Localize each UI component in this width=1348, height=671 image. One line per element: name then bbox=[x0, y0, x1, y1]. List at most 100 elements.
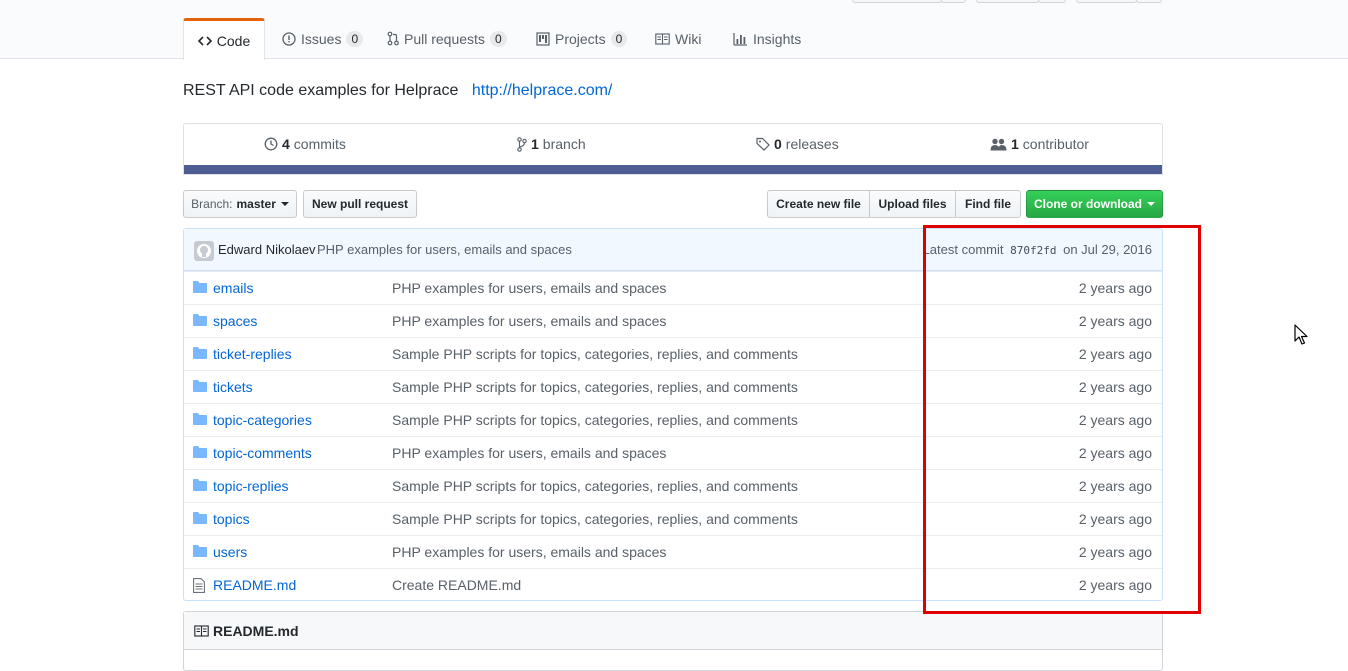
tag-icon bbox=[756, 137, 770, 151]
folder-icon bbox=[193, 380, 207, 392]
file-commit-message[interactable]: Sample PHP scripts for topics, categorie… bbox=[392, 478, 798, 494]
file-name[interactable]: topic-comments bbox=[213, 445, 312, 461]
fork-button[interactable] bbox=[1076, 0, 1137, 3]
find-file-button[interactable]: Find file bbox=[955, 190, 1021, 218]
file-commit-message[interactable]: Create README.md bbox=[392, 577, 521, 593]
contributors-label: contributor bbox=[1022, 136, 1089, 152]
file-name[interactable]: topics bbox=[213, 511, 250, 527]
tab-label: Insights bbox=[753, 30, 802, 47]
tab-label: Issues bbox=[301, 30, 342, 47]
branches-count: 1 bbox=[531, 136, 539, 152]
commit-author[interactable]: Edward Nikolaev bbox=[218, 242, 316, 257]
releases-link[interactable]: 0 releases bbox=[756, 136, 839, 152]
file-commit-message[interactable]: Sample PHP scripts for topics, categorie… bbox=[392, 379, 798, 395]
git-pull-request-icon bbox=[387, 31, 399, 46]
branch-name: master bbox=[236, 197, 276, 211]
file-commit-message[interactable]: PHP examples for users, emails and space… bbox=[392, 280, 666, 296]
folder-icon bbox=[193, 512, 207, 524]
watch-button[interactable] bbox=[852, 0, 942, 3]
book-icon bbox=[655, 32, 670, 45]
branches-label: branch bbox=[542, 136, 586, 152]
project-icon bbox=[536, 31, 550, 46]
tab-projects[interactable]: Projects 0 bbox=[536, 18, 628, 59]
folder-icon bbox=[193, 347, 207, 359]
new-pull-request-button[interactable]: New pull request bbox=[303, 190, 417, 218]
star-button[interactable] bbox=[976, 0, 1039, 3]
watch-count[interactable] bbox=[941, 0, 966, 3]
readme-title: README.md bbox=[213, 622, 299, 639]
commit-message[interactable]: PHP examples for users, emails and space… bbox=[317, 242, 572, 257]
releases-count: 0 bbox=[774, 136, 782, 152]
readme-panel: README.md bbox=[183, 611, 1163, 671]
branch-select-button[interactable]: Branch: master bbox=[183, 190, 297, 218]
commits-label: commits bbox=[293, 136, 346, 152]
issues-counter: 0 bbox=[346, 30, 364, 47]
code-icon bbox=[197, 35, 212, 46]
file-name[interactable]: topic-replies bbox=[213, 478, 288, 494]
file-commit-message[interactable]: PHP examples for users, emails and space… bbox=[392, 445, 666, 461]
contributors-link[interactable]: 1 contributor bbox=[990, 136, 1089, 152]
folder-icon bbox=[193, 413, 207, 425]
tab-insights[interactable]: Insights bbox=[733, 18, 801, 59]
repo-description-text: REST API code examples for Helprace bbox=[183, 82, 459, 99]
git-branch-icon bbox=[517, 136, 527, 152]
contributors-count: 1 bbox=[1011, 136, 1019, 152]
file-name[interactable]: users bbox=[213, 544, 247, 560]
file-name[interactable]: emails bbox=[213, 280, 253, 296]
graph-icon bbox=[733, 32, 747, 46]
book-icon bbox=[194, 624, 209, 637]
issue-opened-icon bbox=[282, 31, 296, 46]
readme-header: README.md bbox=[184, 612, 1162, 650]
tab-pull-requests[interactable]: Pull requests 0 bbox=[387, 18, 507, 59]
tab-wiki[interactable]: Wiki bbox=[655, 18, 701, 59]
projects-counter: 0 bbox=[610, 30, 628, 47]
commits-link[interactable]: 4 commits bbox=[264, 136, 346, 152]
tab-label: Code bbox=[216, 32, 251, 49]
file-commit-message[interactable]: Sample PHP scripts for topics, categorie… bbox=[392, 511, 798, 527]
folder-icon bbox=[193, 545, 207, 557]
caret-down-icon bbox=[1147, 202, 1155, 206]
file-name[interactable]: spaces bbox=[213, 313, 257, 329]
history-icon bbox=[264, 137, 278, 151]
file-name[interactable]: ticket-replies bbox=[213, 346, 292, 362]
mouse-cursor-icon bbox=[1294, 324, 1308, 345]
tab-label: Wiki bbox=[675, 30, 702, 47]
repo-header: Code Issues 0 Pull requests 0 Projects 0… bbox=[0, 0, 1348, 60]
folder-icon bbox=[193, 281, 207, 293]
branch-select-label: Branch: bbox=[191, 197, 233, 211]
clone-or-download-label: Clone or download bbox=[1034, 197, 1142, 211]
github-octocat-icon bbox=[197, 244, 211, 258]
upload-files-button[interactable]: Upload files bbox=[869, 190, 956, 218]
folder-icon bbox=[193, 446, 207, 458]
tab-code[interactable]: Code bbox=[183, 18, 265, 60]
people-icon bbox=[990, 138, 1007, 150]
annotation-highlight-box bbox=[923, 225, 1201, 614]
star-count[interactable] bbox=[1038, 0, 1066, 3]
file-name[interactable]: README.md bbox=[213, 577, 296, 593]
tab-issues[interactable]: Issues 0 bbox=[282, 18, 364, 59]
commits-count: 4 bbox=[282, 136, 290, 152]
folder-icon bbox=[193, 314, 207, 326]
repo-summary: 4 commits 1 branch 0 releases 1 contribu… bbox=[183, 123, 1163, 175]
folder-icon bbox=[193, 479, 207, 491]
caret-down-icon bbox=[280, 202, 289, 206]
file-commit-message[interactable]: PHP examples for users, emails and space… bbox=[392, 313, 666, 329]
file-commit-message[interactable]: Sample PHP scripts for topics, categorie… bbox=[392, 412, 798, 428]
file-icon bbox=[193, 578, 205, 593]
branches-link[interactable]: 1 branch bbox=[517, 136, 586, 152]
clone-or-download-button[interactable]: Clone or download bbox=[1026, 190, 1163, 218]
pull-requests-counter: 0 bbox=[489, 30, 507, 47]
language-bar[interactable] bbox=[184, 165, 1162, 174]
file-commit-message[interactable]: PHP examples for users, emails and space… bbox=[392, 544, 666, 560]
fork-count[interactable] bbox=[1136, 0, 1162, 3]
file-name[interactable]: tickets bbox=[213, 379, 253, 395]
repo-homepage-link[interactable]: http://helprace.com/ bbox=[472, 82, 613, 99]
tab-label: Projects bbox=[555, 30, 606, 47]
releases-label: releases bbox=[785, 136, 839, 152]
tab-label: Pull requests bbox=[404, 30, 485, 47]
avatar[interactable] bbox=[194, 241, 214, 261]
repo-description: REST API code examples for Helprace http… bbox=[183, 82, 612, 100]
file-name[interactable]: topic-categories bbox=[213, 412, 312, 428]
create-new-file-button[interactable]: Create new file bbox=[767, 190, 870, 218]
file-commit-message[interactable]: Sample PHP scripts for topics, categorie… bbox=[392, 346, 798, 362]
